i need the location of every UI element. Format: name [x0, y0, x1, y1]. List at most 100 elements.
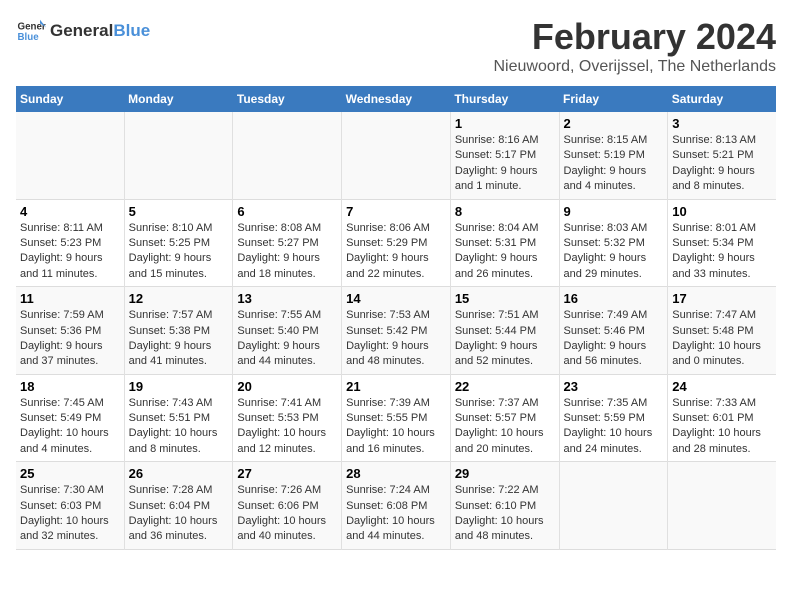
- day-info: Sunrise: 8:16 AM Sunset: 5:17 PM Dayligh…: [455, 133, 555, 195]
- day-cell: 16 Sunrise: 7:49 AM Sunset: 5:46 PM Dayli…: [559, 287, 668, 375]
- logo: General Blue General Blue: [16, 16, 150, 46]
- day-info: Sunrise: 7:33 AM Sunset: 6:01 PM Dayligh…: [672, 396, 772, 458]
- day-number: 1: [455, 116, 555, 131]
- day-number: 7: [346, 204, 446, 219]
- day-cell: 26Sunrise: 7:28 AM Sunset: 6:04 PM Dayli…: [124, 462, 233, 550]
- logo-text-blue: Blue: [113, 21, 150, 41]
- day-number: 25: [20, 466, 120, 481]
- day-cell: 9 Sunrise: 8:03 AM Sunset: 5:32 PM Daylig…: [559, 199, 668, 287]
- svg-text:Blue: Blue: [18, 32, 40, 43]
- calendar-body: 1 Sunrise: 8:16 AM Sunset: 5:17 PM Daylig…: [16, 112, 776, 549]
- day-info: Sunrise: 7:57 AM Sunset: 5:38 PM Dayligh…: [129, 308, 229, 370]
- week-row-1: 1 Sunrise: 8:16 AM Sunset: 5:17 PM Daylig…: [16, 112, 776, 199]
- day-number: 9: [564, 204, 664, 219]
- day-number: 27: [237, 466, 337, 481]
- day-info: Sunrise: 8:04 AM Sunset: 5:31 PM Dayligh…: [455, 221, 555, 283]
- day-info: Sunrise: 7:47 AM Sunset: 5:48 PM Dayligh…: [672, 308, 772, 370]
- day-cell: 25 Sunrise: 7:30 AM Sunset: 6:03 PM Dayli…: [16, 462, 124, 550]
- day-number: 5: [129, 204, 229, 219]
- day-cell: 28 Sunrise: 7:24 AM Sunset: 6:08 PM Dayli…: [342, 462, 451, 550]
- day-cell: 19 Sunrise: 7:43 AM Sunset: 5:51 PM Dayli…: [124, 374, 233, 462]
- logo-text-general: General: [50, 21, 113, 41]
- day-cell: 17 Sunrise: 7:47 AM Sunset: 5:48 PM Dayli…: [668, 287, 776, 375]
- day-info: Sunrise: 7:49 AM Sunset: 5:46 PM Dayligh…: [564, 308, 664, 370]
- subtitle: Nieuwoord, Overijssel, The Netherlands: [494, 58, 777, 76]
- calendar-header: SundayMondayTuesdayWednesdayThursdayFrid…: [16, 86, 776, 112]
- day-cell: [342, 112, 451, 199]
- calendar-table: SundayMondayTuesdayWednesdayThursdayFrid…: [16, 86, 776, 550]
- header-cell-thursday: Thursday: [450, 86, 559, 112]
- day-number: 12: [129, 291, 229, 306]
- day-cell: 14Sunrise: 7:53 AM Sunset: 5:42 PM Dayli…: [342, 287, 451, 375]
- day-info: Sunrise: 7:30 AM Sunset: 6:03 PM Dayligh…: [20, 483, 120, 545]
- title-section: February 2024 Nieuwoord, Overijssel, The…: [494, 16, 777, 76]
- day-info: Sunrise: 7:41 AM Sunset: 5:53 PM Dayligh…: [237, 396, 337, 458]
- day-cell: 18 Sunrise: 7:45 AM Sunset: 5:49 PM Dayli…: [16, 374, 124, 462]
- day-cell: [124, 112, 233, 199]
- day-info: Sunrise: 7:35 AM Sunset: 5:59 PM Dayligh…: [564, 396, 664, 458]
- day-number: 23: [564, 379, 664, 394]
- day-number: 15: [455, 291, 555, 306]
- day-info: Sunrise: 7:55 AM Sunset: 5:40 PM Dayligh…: [237, 308, 337, 370]
- day-number: 16: [564, 291, 664, 306]
- day-number: 10: [672, 204, 772, 219]
- day-number: 6: [237, 204, 337, 219]
- day-number: 22: [455, 379, 555, 394]
- day-number: 14: [346, 291, 446, 306]
- header-cell-saturday: Saturday: [668, 86, 776, 112]
- day-number: 8: [455, 204, 555, 219]
- day-info: Sunrise: 8:03 AM Sunset: 5:32 PM Dayligh…: [564, 221, 664, 283]
- week-row-2: 4 Sunrise: 8:11 AM Sunset: 5:23 PM Daylig…: [16, 199, 776, 287]
- day-cell: 23 Sunrise: 7:35 AM Sunset: 5:59 PM Dayli…: [559, 374, 668, 462]
- day-cell: [16, 112, 124, 199]
- day-number: 28: [346, 466, 446, 481]
- header-cell-wednesday: Wednesday: [342, 86, 451, 112]
- day-cell: 10 Sunrise: 8:01 AM Sunset: 5:34 PM Dayli…: [668, 199, 776, 287]
- day-info: Sunrise: 8:06 AM Sunset: 5:29 PM Dayligh…: [346, 221, 446, 283]
- day-cell: 7 Sunrise: 8:06 AM Sunset: 5:29 PM Daylig…: [342, 199, 451, 287]
- day-number: 2: [564, 116, 664, 131]
- day-info: Sunrise: 7:28 AM Sunset: 6:04 PM Dayligh…: [129, 483, 229, 545]
- day-cell: 15 Sunrise: 7:51 AM Sunset: 5:44 PM Dayli…: [450, 287, 559, 375]
- day-cell: 3 Sunrise: 8:13 AM Sunset: 5:21 PM Daylig…: [668, 112, 776, 199]
- day-cell: [559, 462, 668, 550]
- header-cell-friday: Friday: [559, 86, 668, 112]
- day-number: 19: [129, 379, 229, 394]
- day-info: Sunrise: 7:51 AM Sunset: 5:44 PM Dayligh…: [455, 308, 555, 370]
- page-header: General Blue General Blue February 2024 …: [16, 16, 776, 76]
- day-cell: 8 Sunrise: 8:04 AM Sunset: 5:31 PM Daylig…: [450, 199, 559, 287]
- day-cell: 20Sunrise: 7:41 AM Sunset: 5:53 PM Dayli…: [233, 374, 342, 462]
- week-row-3: 11 Sunrise: 7:59 AM Sunset: 5:36 PM Dayli…: [16, 287, 776, 375]
- header-row: SundayMondayTuesdayWednesdayThursdayFrid…: [16, 86, 776, 112]
- day-number: 29: [455, 466, 555, 481]
- day-number: 11: [20, 291, 120, 306]
- day-info: Sunrise: 8:01 AM Sunset: 5:34 PM Dayligh…: [672, 221, 772, 283]
- day-info: Sunrise: 7:45 AM Sunset: 5:49 PM Dayligh…: [20, 396, 120, 458]
- day-info: Sunrise: 7:59 AM Sunset: 5:36 PM Dayligh…: [20, 308, 120, 370]
- day-cell: 21Sunrise: 7:39 AM Sunset: 5:55 PM Dayli…: [342, 374, 451, 462]
- header-cell-tuesday: Tuesday: [233, 86, 342, 112]
- day-cell: 12 Sunrise: 7:57 AM Sunset: 5:38 PM Dayli…: [124, 287, 233, 375]
- day-number: 17: [672, 291, 772, 306]
- day-info: Sunrise: 8:13 AM Sunset: 5:21 PM Dayligh…: [672, 133, 772, 195]
- day-info: Sunrise: 8:10 AM Sunset: 5:25 PM Dayligh…: [129, 221, 229, 283]
- day-info: Sunrise: 8:11 AM Sunset: 5:23 PM Dayligh…: [20, 221, 120, 283]
- day-number: 13: [237, 291, 337, 306]
- day-info: Sunrise: 8:15 AM Sunset: 5:19 PM Dayligh…: [564, 133, 664, 195]
- day-info: Sunrise: 8:08 AM Sunset: 5:27 PM Dayligh…: [237, 221, 337, 283]
- day-number: 3: [672, 116, 772, 131]
- day-cell: 1 Sunrise: 8:16 AM Sunset: 5:17 PM Daylig…: [450, 112, 559, 199]
- day-number: 18: [20, 379, 120, 394]
- day-number: 24: [672, 379, 772, 394]
- day-info: Sunrise: 7:24 AM Sunset: 6:08 PM Dayligh…: [346, 483, 446, 545]
- day-number: 4: [20, 204, 120, 219]
- day-cell: 5 Sunrise: 8:10 AM Sunset: 5:25 PM Daylig…: [124, 199, 233, 287]
- day-cell: 11 Sunrise: 7:59 AM Sunset: 5:36 PM Dayli…: [16, 287, 124, 375]
- week-row-5: 25 Sunrise: 7:30 AM Sunset: 6:03 PM Dayli…: [16, 462, 776, 550]
- day-cell: 4 Sunrise: 8:11 AM Sunset: 5:23 PM Daylig…: [16, 199, 124, 287]
- day-cell: 29Sunrise: 7:22 AM Sunset: 6:10 PM Dayli…: [450, 462, 559, 550]
- day-info: Sunrise: 7:43 AM Sunset: 5:51 PM Dayligh…: [129, 396, 229, 458]
- day-cell: 24 Sunrise: 7:33 AM Sunset: 6:01 PM Dayli…: [668, 374, 776, 462]
- day-cell: 6 Sunrise: 8:08 AM Sunset: 5:27 PM Daylig…: [233, 199, 342, 287]
- day-cell: 22Sunrise: 7:37 AM Sunset: 5:57 PM Dayli…: [450, 374, 559, 462]
